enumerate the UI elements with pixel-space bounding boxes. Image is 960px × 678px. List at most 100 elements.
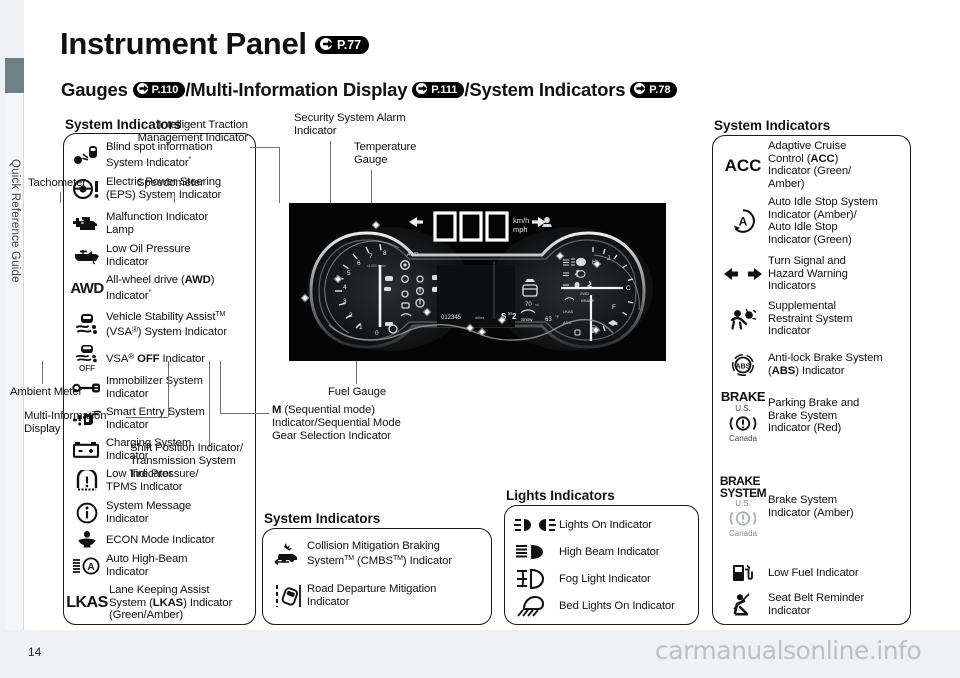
brake-system-us-text: BRAKE SYSTEM xyxy=(719,474,767,500)
svg-text:°F: °F xyxy=(555,314,560,319)
list-item-label: Auto Idle Stop System Indicator (Amber)/A… xyxy=(768,196,878,246)
turn-signal-arrows-icon xyxy=(718,266,768,282)
list-item: ECON Mode Indicator xyxy=(68,531,253,549)
callout-mid: Multi-Information Display xyxy=(24,410,107,435)
leader-line xyxy=(168,361,169,417)
list-item: Bed Lights On Indicator xyxy=(511,593,696,619)
page-number: 14 xyxy=(28,645,42,659)
list-item: Low Fuel Indicator xyxy=(718,563,908,583)
engine-malfunction-icon xyxy=(68,213,106,234)
brake-system-canada-region-label: Canada xyxy=(728,529,758,538)
subtitle-gauges-text: Gauges xyxy=(61,79,128,100)
srs-airbag-icon xyxy=(718,307,768,331)
lights-on-icon xyxy=(511,517,559,533)
instrument-cluster-image: km/h mph 012 345 678 x1000 r/min xyxy=(289,203,666,361)
seat-belt-icon xyxy=(718,593,768,617)
list-item-label: Lights On Indicator xyxy=(559,518,652,531)
list-item: AWD All-wheel drive (AWD) Indicator* xyxy=(68,274,253,302)
page-ref-badge-p77[interactable]: P.77 xyxy=(315,36,370,54)
leader-line xyxy=(250,147,279,148)
svg-text:0: 0 xyxy=(375,330,379,337)
leader-line xyxy=(371,170,372,203)
svg-text:7: 7 xyxy=(369,253,373,260)
arrow-right-icon xyxy=(416,83,429,94)
page-ref-badge-p110[interactable]: P.110 xyxy=(132,82,186,98)
leader-line xyxy=(60,192,61,203)
page-ref-badge-p78-text: P.78 xyxy=(649,84,671,96)
list-item: A Auto Idle Stop System Indicator (Amber)… xyxy=(718,196,908,246)
svg-text:2WD: 2WD xyxy=(580,291,589,296)
list-item-label: Smart Entry System Indicator xyxy=(106,406,205,431)
arrow-right-icon xyxy=(136,83,150,94)
page-ref-badge-p111[interactable]: P.111 xyxy=(412,82,465,98)
list-item-label: Malfunction Indicator Lamp xyxy=(106,211,209,236)
svg-text:J: J xyxy=(607,255,610,262)
list-item: A Auto High-Beam Indicator xyxy=(68,553,253,578)
svg-text:A: A xyxy=(87,562,94,573)
watermark: carmanualsonline.info xyxy=(655,636,922,665)
callout-speedometer: Speedometer xyxy=(137,177,204,189)
list-item: Turn Signal and Hazard Warning Indicators xyxy=(718,255,908,293)
chapter-tab-label: Quick Reference Guide xyxy=(9,159,21,283)
callout-tachometer: Tachometer xyxy=(28,177,87,189)
leader-line xyxy=(220,361,221,413)
list-item-label: Adaptive Cruise Control (ACC) Indicator (G… xyxy=(768,140,852,190)
page-title: Instrument Panel P.77 xyxy=(60,26,370,62)
list-item-label: Turn Signal and Hazard Warning Indicators xyxy=(768,255,848,293)
brake-canada-region-label: Canada xyxy=(728,434,758,443)
svg-text:x1000 r/min: x1000 r/min xyxy=(367,264,386,268)
list-item: OFF VSA® OFF Indicator xyxy=(68,344,253,373)
svg-text:012345: 012345 xyxy=(441,315,462,321)
page-ref-badge-p110-text: P.110 xyxy=(151,84,179,96)
brake-parking-icon: BRAKE U.S. Canada xyxy=(718,389,768,443)
brake-system-amber-icon: BRAKE SYSTEM U.S. Canada xyxy=(718,475,768,538)
list-item-label: Collision Mitigation Braking SystemTM (CM… xyxy=(307,540,453,567)
callout-shift: Shift Position Indicator/Transmission Sy… xyxy=(130,442,244,480)
list-item-label: Supplemental Restraint System Indicator xyxy=(768,300,853,338)
callout-mseq: M (Sequential mode) Indicator/Sequential … xyxy=(272,404,401,442)
list-item-label: VSA® OFF Indicator xyxy=(106,352,205,366)
blind-spot-icon xyxy=(68,144,106,166)
leader-line xyxy=(42,361,43,384)
fog-light-icon xyxy=(511,569,559,589)
subtitle-sys-text: /System Indicators xyxy=(464,79,626,100)
page-ref-badge-p78[interactable]: P.78 xyxy=(630,82,678,98)
svg-text:63: 63 xyxy=(545,317,552,323)
svg-text:miles: miles xyxy=(475,315,484,320)
list-item: High Beam Indicator xyxy=(511,539,696,565)
svg-text:mph: mph xyxy=(513,225,528,234)
list-item: Supplemental Restraint System Indicator xyxy=(718,300,908,338)
leader-line xyxy=(356,361,357,384)
list-item: Seat Belt Reminder Indicator xyxy=(718,592,908,617)
arrow-right-icon xyxy=(320,38,335,50)
list-item-label: Fog Light Indicator xyxy=(559,572,651,585)
list-item: ACC Adaptive Cruise Control (ACC) Indicato… xyxy=(718,140,908,190)
battery-charging-icon xyxy=(68,441,106,459)
list-item: Vehicle Stability AssistTM (VSA®) System … xyxy=(68,309,253,338)
acc-text: ACC xyxy=(724,155,762,175)
list-item-label: Low Oil Pressure Indicator xyxy=(106,243,191,268)
svg-text:Snow: Snow xyxy=(521,317,533,322)
bed-lights-icon xyxy=(511,595,559,617)
svg-text:ABS: ABS xyxy=(736,363,751,370)
list-item: Fog Light Indicator xyxy=(511,566,696,592)
callout-itm: Intelligent Traction Management Indicator xyxy=(137,119,249,144)
list-item: BRAKE SYSTEM U.S. Canada Brake System Indi… xyxy=(718,475,908,538)
page-content: Instrument Panel P.77 Gauges P.110/Multi… xyxy=(10,0,960,678)
auto-high-beam-icon: A xyxy=(68,557,106,575)
arrow-right-icon xyxy=(634,83,647,94)
list-item-label: Parking Brake and Brake System Indicator (… xyxy=(768,397,860,435)
list-item-label: Bed Lights On Indicator xyxy=(559,599,675,612)
list-item-label: All-wheel drive (AWD) Indicator* xyxy=(106,274,215,302)
list-item: BRAKE U.S. Canada Parking Brake and Brake… xyxy=(718,389,908,443)
brake-warning-circle-icon xyxy=(729,416,757,431)
svg-text:mi: mi xyxy=(535,303,539,307)
lkas-text: LKAS xyxy=(66,594,108,612)
list-item-label: Low Fuel Indicator xyxy=(768,566,859,579)
auto-idle-stop-icon: A xyxy=(718,208,768,234)
abs-icon: ABS xyxy=(718,353,768,377)
list-item-label: Brake System Indicator (Amber) xyxy=(768,493,854,519)
leader-line xyxy=(174,192,175,203)
list-item-label: System Message Indicator xyxy=(106,500,192,525)
chapter-tab-strip: Quick Reference Guide xyxy=(5,93,24,633)
